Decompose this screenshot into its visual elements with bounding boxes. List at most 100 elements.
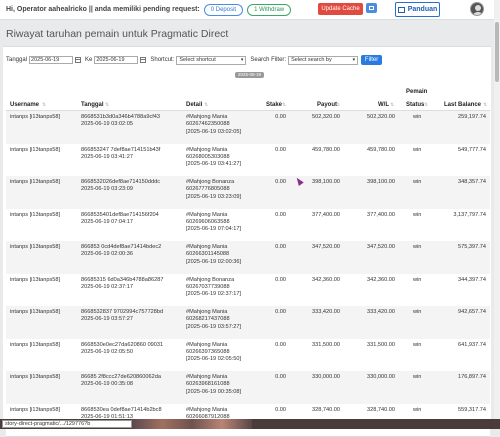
cell-round: 60268217437088 bbox=[186, 316, 230, 323]
thumbnail-strip bbox=[132, 419, 252, 429]
cell-payout: 502,320.00 bbox=[312, 114, 340, 120]
cell-username: intanps [i13tanps58] bbox=[10, 406, 61, 413]
cell-date: 2025-06-19 03:23:09 bbox=[81, 186, 133, 193]
calendar-icon[interactable] bbox=[140, 57, 147, 63]
calendar-icon[interactable] bbox=[75, 57, 82, 63]
cell-bet-id: 8668530ea 0def8ae71414b2bc8 bbox=[81, 406, 162, 413]
cell-last-balance: 549,777.74 bbox=[458, 146, 486, 153]
cell-round: 60263968161088 bbox=[186, 381, 230, 388]
cell-status: win bbox=[413, 341, 422, 348]
cell-wl: 331,500.00 bbox=[367, 341, 395, 348]
header-payout[interactable]: Payout bbox=[317, 102, 337, 108]
cell-username: intanps [i13tanps58] bbox=[10, 211, 61, 218]
cell-date: 2025-06-19 02:00:36 bbox=[81, 251, 133, 258]
filter-bar: Tanggal 2025-06-19 Ke 2025-06-19 Shortcu… bbox=[6, 55, 383, 65]
sort-icon[interactable]: ⇅ bbox=[390, 102, 394, 108]
panduan-button[interactable]: Panduan bbox=[395, 2, 440, 17]
header-wl[interactable]: W/L bbox=[378, 102, 389, 108]
user-avatar[interactable] bbox=[470, 2, 484, 16]
header-tanggal[interactable]: Tanggal bbox=[81, 102, 104, 108]
cell-game: #Mahjong Bonanza bbox=[186, 276, 235, 283]
chevron-down-icon: ▾ bbox=[352, 56, 356, 63]
operator-greeting: Hi, Operator aahealricko || anda memilik… bbox=[6, 6, 200, 13]
cell-detail-time: [2025-06-19 00:35:08] bbox=[186, 388, 242, 395]
start-date-input[interactable]: 2025-06-19 bbox=[29, 56, 74, 64]
search-filter-select[interactable]: Select search by ▾ bbox=[288, 55, 359, 65]
cell-last-balance: 348,357.74 bbox=[458, 179, 486, 185]
sort-icon[interactable]: ⇅ bbox=[282, 102, 286, 108]
date-badge: 2025-06-19 bbox=[235, 72, 265, 78]
sort-icon[interactable]: ⇅ bbox=[42, 102, 46, 108]
cell-detail-time: [2025-06-19 03:23:09] bbox=[186, 193, 242, 200]
cell-wl: 398,100.00 bbox=[367, 179, 395, 185]
scrollbar-thumb[interactable] bbox=[495, 22, 499, 82]
sort-icon[interactable]: ⇅ bbox=[483, 102, 487, 108]
cell-stake: 0.00 bbox=[275, 276, 286, 283]
cell-wl: 330,000.00 bbox=[367, 374, 395, 380]
cell-username: intanps [i13tanps58] bbox=[10, 114, 61, 120]
cell-game: #Mahjong Bonanza bbox=[186, 179, 235, 185]
header-last-balance[interactable]: Last Balance bbox=[444, 102, 481, 108]
cell-payout: 330,000.00 bbox=[312, 374, 340, 380]
header-stake[interactable]: Stake bbox=[266, 102, 282, 108]
sort-icon[interactable]: ⇅ bbox=[424, 102, 428, 108]
cell-bet-id: 8668531b3d0a346b4788a9cf43 bbox=[81, 114, 161, 120]
cell-payout: 459,780.00 bbox=[312, 146, 340, 153]
cell-wl: 333,420.00 bbox=[367, 309, 395, 315]
cell-bet-id: 8668535401def8ae714156f204 bbox=[81, 211, 159, 218]
ke-label: Ke bbox=[85, 57, 93, 63]
pending-deposit-button[interactable]: 0 Deposit bbox=[203, 3, 244, 16]
cell-status: win bbox=[413, 179, 422, 185]
cell-date: 2025-06-19 03:57:27 bbox=[81, 316, 133, 323]
shortcut-select[interactable]: Select shortcut ▾ bbox=[176, 55, 247, 65]
pending-withdraw-button[interactable]: 1 Withdraw bbox=[247, 3, 292, 16]
taskbar: story-direct-pragmatic/.../129776?b bbox=[0, 419, 500, 429]
sort-icon[interactable]: ⇅ bbox=[105, 102, 109, 108]
cell-last-balance: 942,657.74 bbox=[458, 309, 486, 315]
cell-status: win bbox=[413, 406, 422, 413]
sort-icon[interactable]: ⇅ bbox=[204, 102, 208, 108]
cell-payout: 331,500.00 bbox=[312, 341, 340, 348]
end-date-input[interactable]: 2025-06-19 bbox=[94, 56, 139, 64]
cell-round: 60267776805088 bbox=[186, 186, 230, 193]
cell-game: #Mahjong Mania bbox=[186, 114, 228, 120]
cell-last-balance: 259,197.74 bbox=[458, 114, 486, 120]
cell-bet-id: 8668532837 9702994c757728bd bbox=[81, 309, 164, 315]
page-title: Riwayat taruhan pemain untuk Pragmatic D… bbox=[6, 28, 229, 40]
cell-stake: 0.00 bbox=[275, 179, 286, 185]
page-scrollbar[interactable] bbox=[494, 0, 500, 429]
cell-payout: 342,360.00 bbox=[312, 276, 340, 283]
cell-payout: 328,740.00 bbox=[312, 406, 340, 413]
cell-status: win bbox=[413, 211, 422, 218]
cell-stake: 0.00 bbox=[275, 374, 286, 380]
cell-username: intanps [i13tanps58] bbox=[10, 309, 61, 315]
cell-game: #Mahjong Mania bbox=[186, 211, 228, 218]
cell-bet-id: 86685 2f8ccc27de620860062da bbox=[81, 374, 161, 380]
cell-username: intanps [i13tanps58] bbox=[10, 276, 61, 283]
filter-button[interactable]: Filter bbox=[361, 55, 383, 65]
cell-last-balance: 559,317.74 bbox=[458, 406, 486, 413]
cell-status: win bbox=[413, 374, 422, 380]
cell-payout: 377,400.00 bbox=[312, 211, 340, 218]
cell-bet-id: 866853247 7def8ae714151b43f bbox=[81, 146, 161, 153]
header-username[interactable]: Username bbox=[10, 102, 39, 108]
header-status[interactable]: Status bbox=[406, 102, 424, 108]
header-detail[interactable]: Detail bbox=[186, 102, 202, 108]
sort-icon[interactable]: ⇅ bbox=[336, 102, 340, 108]
cell-last-balance: 3,137,797.74 bbox=[453, 211, 486, 218]
update-cache-button[interactable]: Update Cache bbox=[318, 3, 363, 15]
window-icon-button[interactable] bbox=[366, 3, 377, 13]
cell-wl: 502,320.00 bbox=[367, 114, 395, 120]
cell-round: 60266301145088 bbox=[186, 251, 230, 258]
shortcut-label: Shortcut: bbox=[150, 57, 175, 63]
cell-payout: 347,520.00 bbox=[312, 244, 340, 250]
cell-wl: 328,740.00 bbox=[367, 406, 395, 413]
chevron-down-icon: ▾ bbox=[240, 56, 244, 63]
cell-stake: 0.00 bbox=[275, 341, 286, 348]
cell-detail-time: [2025-06-19 03:57:27] bbox=[186, 323, 242, 330]
cell-bet-id: 8668532026def8ae714150dddc bbox=[81, 179, 161, 185]
cell-status: win bbox=[413, 276, 422, 283]
cell-payout: 333,420.00 bbox=[312, 309, 340, 315]
cell-bet-id: 8668530e0ec27da620860 09031 bbox=[81, 341, 164, 348]
cell-game: #Mahjong Mania bbox=[186, 374, 228, 380]
